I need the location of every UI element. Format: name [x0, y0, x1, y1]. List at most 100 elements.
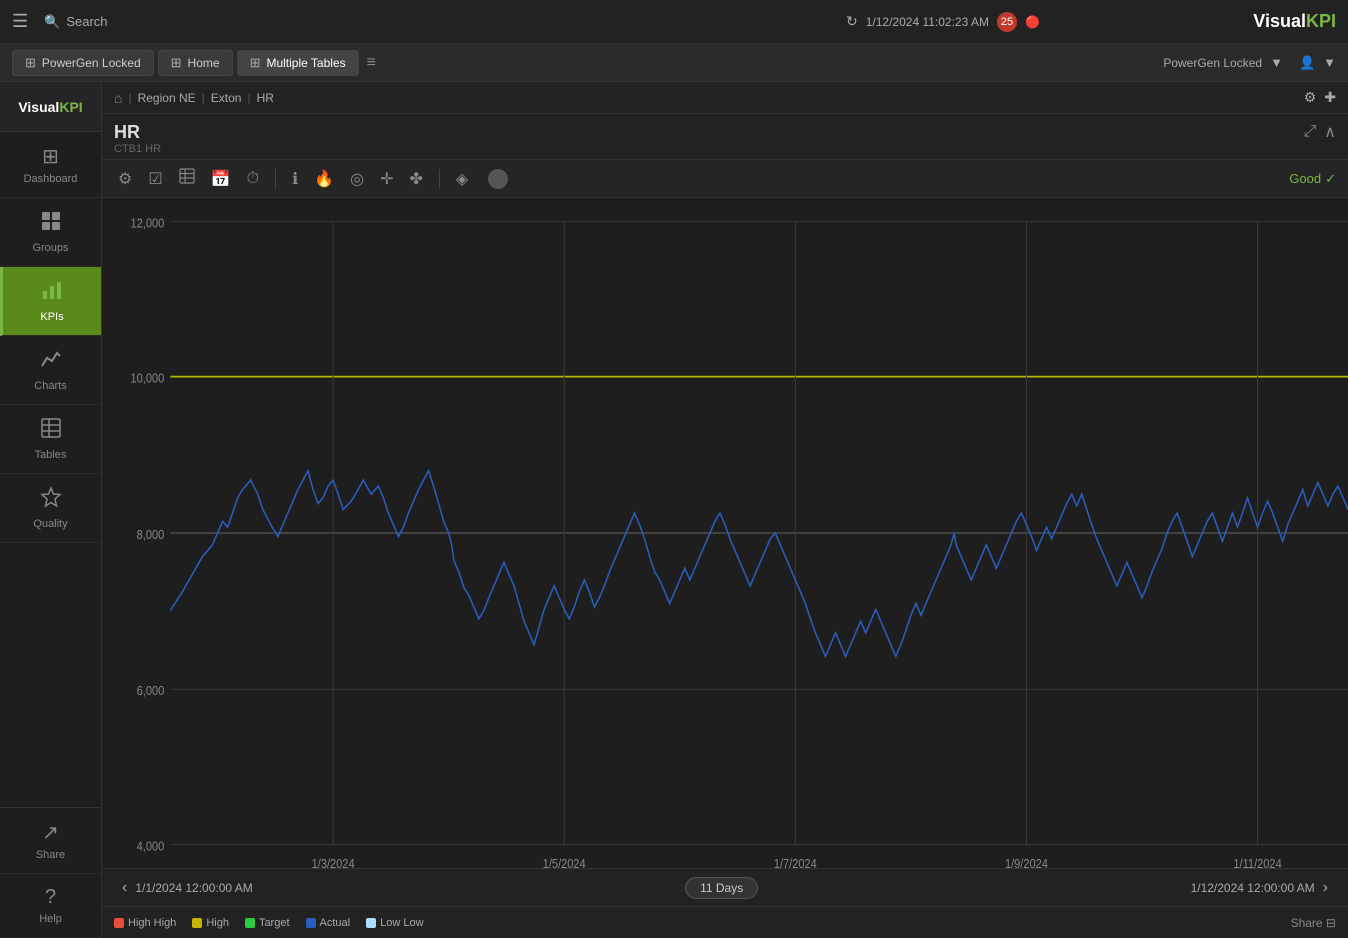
svg-text:12,000: 12,000: [131, 216, 165, 231]
period-selector[interactable]: 11 Days: [685, 877, 758, 899]
menu-icon[interactable]: ☰: [12, 11, 28, 32]
svg-text:1/5/2024: 1/5/2024: [543, 856, 586, 868]
tab-label-powergen: PowerGen Locked: [42, 56, 141, 70]
sidebar-item-label-dashboard: Dashboard: [24, 173, 78, 185]
legend-dot-high: [192, 918, 202, 928]
legend: High High High Target Actual Low Low Sha…: [102, 906, 1348, 938]
svg-text:1/9/2024: 1/9/2024: [1005, 856, 1048, 868]
dashboard-icon: ⊞: [42, 144, 59, 169]
end-date: 1/12/2024 12:00:00 AM: [1191, 881, 1315, 895]
sidebar-item-groups[interactable]: Groups: [0, 198, 101, 267]
legend-high-high: High High: [114, 917, 176, 929]
chart-container: 12,000 10,000 8,000 6,000 4,000 1/3/2024…: [102, 198, 1348, 868]
status-label: Good ✓: [1289, 171, 1336, 187]
svg-text:1/3/2024: 1/3/2024: [312, 856, 355, 868]
prev-period-btn[interactable]: ‹: [114, 875, 135, 901]
refresh-icon[interactable]: ↻: [846, 13, 858, 30]
legend-target: Target: [245, 917, 290, 929]
svg-text:8,000: 8,000: [137, 527, 165, 542]
help-icon: ?: [45, 886, 56, 909]
next-period-btn[interactable]: ›: [1315, 875, 1336, 901]
toolbar-table-btn[interactable]: [175, 164, 199, 193]
tab-powergen-locked[interactable]: ⊞ PowerGen Locked: [12, 50, 154, 76]
sidebar-item-dashboard[interactable]: ⊞ Dashboard: [0, 132, 101, 198]
toolbar-target-btn[interactable]: ◎: [346, 165, 368, 193]
tab-icon-home: ⊞: [171, 55, 182, 71]
user-dropdown-icon[interactable]: ▼: [1323, 55, 1336, 70]
breadcrumb-hr[interactable]: HR: [257, 91, 274, 105]
tab-label-multiple-tables: Multiple Tables: [266, 56, 345, 70]
tab-multiple-tables[interactable]: ⊞ Multiple Tables: [237, 50, 359, 76]
toolbar-checkbox-btn[interactable]: ☑: [144, 165, 166, 193]
tables-icon: [40, 417, 62, 445]
legend-dot-high-high: [114, 918, 124, 928]
toolbar-sep-2: [439, 169, 440, 189]
chart-nav: ‹ 1/1/2024 12:00:00 AM 11 Days 1/12/2024…: [102, 868, 1348, 906]
sidebar-item-help[interactable]: ? Help: [0, 874, 101, 938]
legend-actual: Actual: [306, 917, 351, 929]
svg-text:4,000: 4,000: [137, 839, 165, 854]
toolbar-sep-1: [275, 169, 276, 189]
notification-badge[interactable]: 25: [997, 12, 1017, 32]
sidebar-item-charts[interactable]: Charts: [0, 336, 101, 405]
topbar: ☰ 🔍 Search ↻ 1/12/2024 11:02:23 AM 25 🔴 …: [0, 0, 1348, 44]
chart-svg: 12,000 10,000 8,000 6,000 4,000 1/3/2024…: [102, 198, 1348, 868]
sidebar-item-label-kpis: KPIs: [40, 311, 63, 323]
app-logo: VisualKPI: [1253, 11, 1336, 32]
breadcrumb-region[interactable]: Region NE: [138, 91, 196, 105]
toolbar-node-btn[interactable]: ◈: [452, 165, 472, 193]
legend-dot-target: [245, 918, 255, 928]
sidebar-logo: VisualKPI: [0, 82, 101, 132]
toolbar-fire-btn[interactable]: 🔥: [310, 165, 338, 193]
sidebar-item-kpis[interactable]: KPIs: [0, 267, 101, 336]
kpi-title: HR: [114, 122, 161, 143]
toolbar-dot: [488, 169, 508, 189]
main-layout: VisualKPI ⊞ Dashboard Groups: [0, 82, 1348, 938]
share-icon: ↗: [42, 820, 59, 845]
sidebar: VisualKPI ⊞ Dashboard Groups: [0, 82, 102, 938]
legend-dot-low-low: [366, 918, 376, 928]
notification-bell-icon: 🔴: [1025, 15, 1040, 29]
svg-text:10,000: 10,000: [131, 371, 165, 386]
breadcrumb-settings-icon[interactable]: ⚙: [1304, 89, 1317, 106]
svg-text:6,000: 6,000: [137, 683, 165, 698]
kpi-collapse-icon[interactable]: ∧: [1324, 122, 1336, 142]
user-icon[interactable]: 👤: [1299, 55, 1315, 71]
sidebar-item-label-groups: Groups: [32, 242, 68, 254]
tab-label-home: Home: [188, 56, 220, 70]
workspace-dropdown-icon[interactable]: ▼: [1270, 55, 1283, 70]
search-icon: 🔍: [44, 14, 60, 30]
workspace-label: PowerGen Locked: [1163, 56, 1262, 70]
toolbar-crosshair-btn[interactable]: ✛: [376, 165, 397, 193]
status-check-icon: ✓: [1325, 171, 1336, 187]
breadcrumb-expand-icon[interactable]: ✚: [1324, 89, 1336, 106]
sidebar-item-label-share: Share: [36, 849, 65, 861]
breadcrumb-exton[interactable]: Exton: [211, 91, 242, 105]
sidebar-item-label-tables: Tables: [35, 449, 67, 461]
content-area: ⌂ | Region NE | Exton | HR ⚙ ✚ HR CTB1 H…: [102, 82, 1348, 938]
kpi-expand-icon[interactable]: ⤢: [1303, 123, 1316, 141]
tabs-bar: ⊞ PowerGen Locked ⊞ Home ⊞ Multiple Tabl…: [0, 44, 1348, 82]
search-bar[interactable]: 🔍 Search: [44, 14, 107, 30]
add-tab-icon[interactable]: ≡: [363, 54, 380, 72]
sidebar-item-quality[interactable]: Quality: [0, 474, 101, 543]
breadcrumb: ⌂ | Region NE | Exton | HR ⚙ ✚: [102, 82, 1348, 114]
toolbar-clock-btn[interactable]: ⏱: [243, 166, 263, 192]
kpi-header: HR CTB1 HR ⤢ ∧: [102, 114, 1348, 160]
start-date: 1/1/2024 12:00:00 AM: [135, 881, 252, 895]
sidebar-item-share[interactable]: ↗ Share: [0, 808, 101, 874]
share-link[interactable]: Share ⊟: [1291, 916, 1336, 930]
toolbar: ⚙ ☑ 📅 ⏱ ℹ 🔥 ◎ ✛ ✤ ◈ G: [102, 160, 1348, 198]
home-icon[interactable]: ⌂: [114, 90, 122, 106]
sidebar-item-tables[interactable]: Tables: [0, 405, 101, 474]
search-label: Search: [66, 14, 107, 29]
quality-icon: [40, 486, 62, 514]
tab-home[interactable]: ⊞ Home: [158, 50, 233, 76]
kpis-icon: [41, 279, 63, 307]
toolbar-info-btn[interactable]: ℹ: [288, 165, 302, 193]
toolbar-calendar-btn[interactable]: 📅: [207, 165, 235, 193]
toolbar-settings-btn[interactable]: ⚙: [114, 165, 136, 193]
tab-icon-powergen: ⊞: [25, 55, 36, 71]
sidebar-item-label-charts: Charts: [34, 380, 66, 392]
toolbar-move-btn[interactable]: ✤: [405, 165, 426, 193]
